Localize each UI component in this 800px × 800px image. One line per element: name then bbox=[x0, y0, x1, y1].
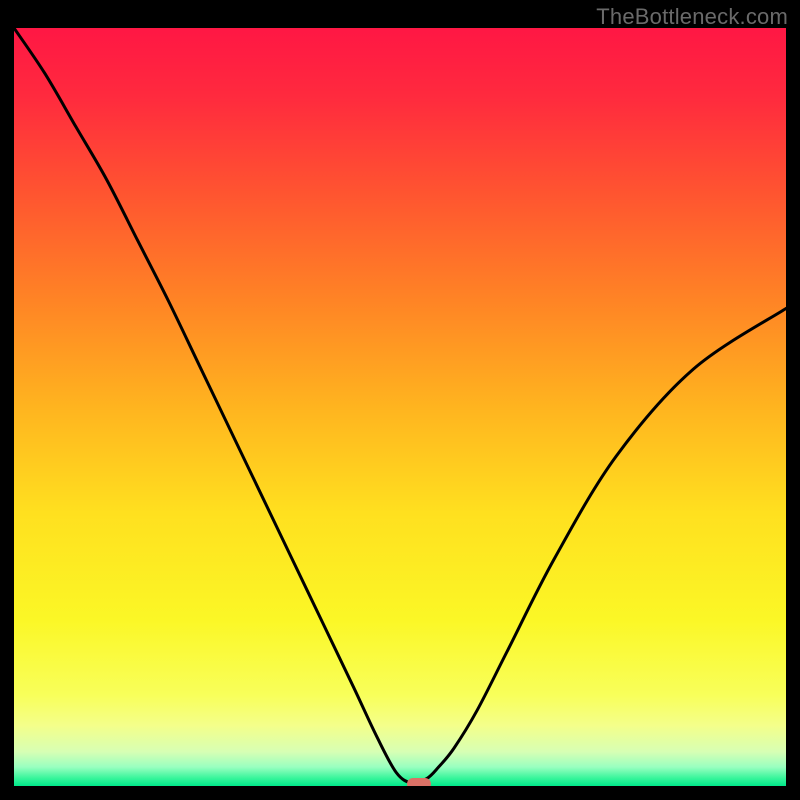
plot-area bbox=[14, 28, 786, 786]
watermark-text: TheBottleneck.com bbox=[596, 4, 788, 30]
chart-frame: TheBottleneck.com bbox=[0, 0, 800, 800]
bottleneck-curve bbox=[14, 28, 786, 786]
optimal-marker bbox=[407, 778, 431, 786]
